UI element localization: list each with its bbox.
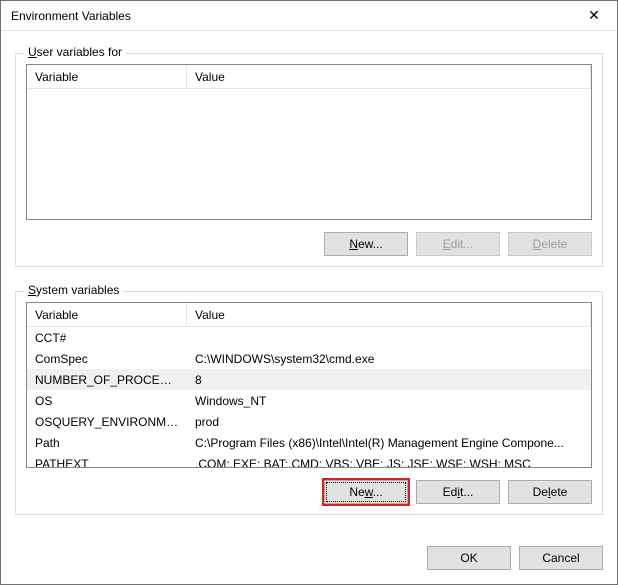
cell-value: C:\WINDOWS\system32\cmd.exe <box>187 352 591 366</box>
cell-variable: CCT# <box>27 331 187 345</box>
window-title: Environment Variables <box>11 9 571 23</box>
close-icon[interactable]: ✕ <box>571 1 617 31</box>
system-edit-button[interactable]: Edit... <box>416 480 500 504</box>
column-value[interactable]: Value <box>187 65 591 88</box>
table-row[interactable]: NUMBER_OF_PROCESSORS8 <box>27 369 591 390</box>
user-edit-button[interactable]: Edit... <box>416 232 500 256</box>
ok-button[interactable]: OK <box>427 546 511 570</box>
cell-value: .COM;.EXE;.BAT;.CMD;.VBS;.VBE;.JS;.JSE;.… <box>187 457 591 468</box>
table-row[interactable]: CCT# <box>27 327 591 348</box>
cancel-button[interactable]: Cancel <box>519 546 603 570</box>
cell-variable: PATHEXT <box>27 457 187 468</box>
cell-variable: NUMBER_OF_PROCESSORS <box>27 373 187 387</box>
cell-variable: ComSpec <box>27 352 187 366</box>
environment-variables-dialog: Environment Variables ✕ User variables f… <box>0 0 618 585</box>
table-row[interactable]: OSWindows_NT <box>27 390 591 411</box>
table-row[interactable]: PATHEXT.COM;.EXE;.BAT;.CMD;.VBS;.VBE;.JS… <box>27 453 591 467</box>
user-variables-group: User variables for Variable Value New...… <box>15 53 603 267</box>
user-new-button[interactable]: New... <box>324 232 408 256</box>
table-row[interactable]: PathC:\Program Files (x86)\Intel\Intel(R… <box>27 432 591 453</box>
cell-variable: OSQUERY_ENVIRONMENT <box>27 415 187 429</box>
system-variables-list[interactable]: Variable Value CCT# ComSpecC:\WINDOWS\sys… <box>26 302 592 468</box>
dialog-button-row: OK Cancel <box>1 540 617 584</box>
system-variables-label: System variables <box>24 283 123 297</box>
column-value[interactable]: Value <box>187 303 591 326</box>
table-row[interactable]: OSQUERY_ENVIRONMENTprod <box>27 411 591 432</box>
column-variable[interactable]: Variable <box>27 65 187 88</box>
list-body <box>27 89 591 219</box>
cell-variable: OS <box>27 394 187 408</box>
user-delete-button[interactable]: Delete <box>508 232 592 256</box>
user-button-row: New... Edit... Delete <box>26 232 592 256</box>
dialog-content: User variables for Variable Value New...… <box>1 31 617 540</box>
user-variables-list[interactable]: Variable Value <box>26 64 592 220</box>
list-header: Variable Value <box>27 65 591 89</box>
titlebar: Environment Variables ✕ <box>1 1 617 31</box>
table-row[interactable]: ComSpecC:\WINDOWS\system32\cmd.exe <box>27 348 591 369</box>
user-variables-label: User variables for <box>24 45 126 59</box>
system-new-button[interactable]: New... <box>324 480 408 504</box>
cell-variable: Path <box>27 436 187 450</box>
list-body: CCT#ComSpecC:\WINDOWS\system32\cmd.exeNU… <box>27 327 591 467</box>
list-header: Variable Value <box>27 303 591 327</box>
system-variables-group: System variables Variable Value CCT#ComS… <box>15 291 603 515</box>
cell-value: C:\Program Files (x86)\Intel\Intel(R) Ma… <box>187 436 591 450</box>
cell-value: prod <box>187 415 591 429</box>
column-variable[interactable]: Variable <box>27 303 187 326</box>
system-button-row: New... Edit... Delete <box>26 480 592 504</box>
cell-value: Windows_NT <box>187 394 591 408</box>
cell-value: 8 <box>187 373 591 387</box>
system-delete-button[interactable]: Delete <box>508 480 592 504</box>
